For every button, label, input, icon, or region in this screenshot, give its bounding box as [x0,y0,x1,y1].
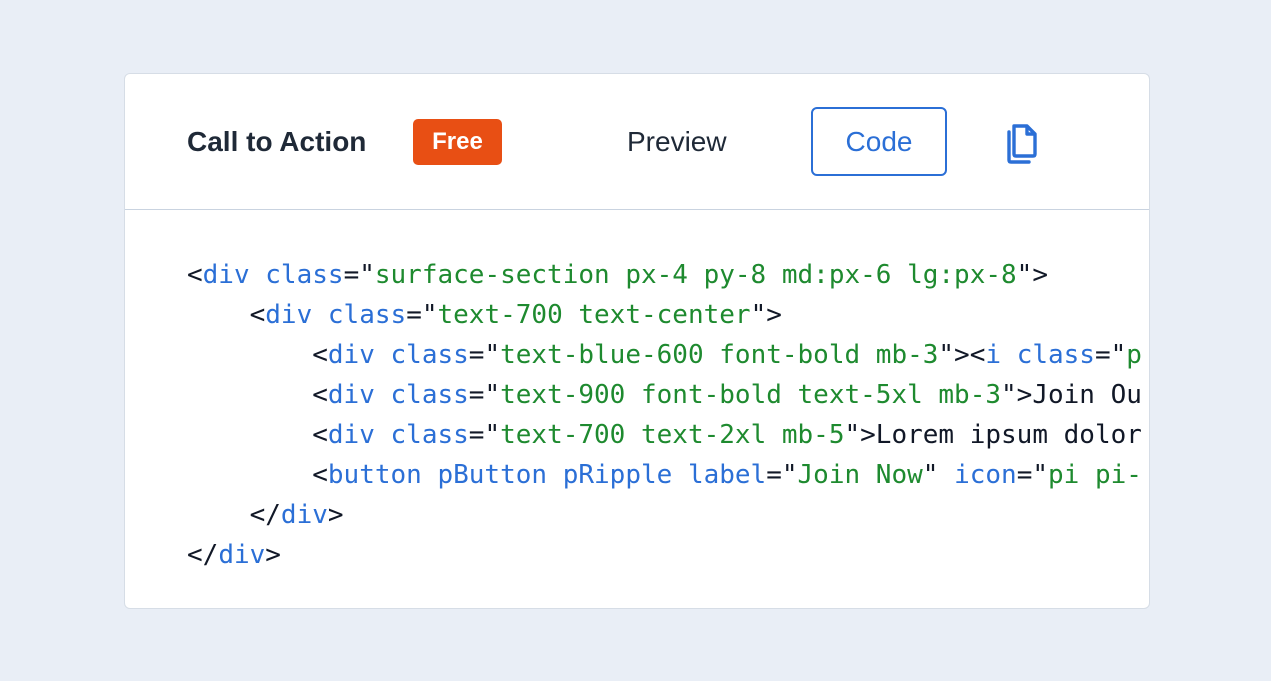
code-token-attr: class [265,260,344,290]
code-token-plain: ">< [938,340,986,370]
code-token-attr: class [390,340,469,370]
code-token-tag: div [280,500,328,530]
code-line: </div> [187,535,1142,575]
code-line: <div class="text-700 text-center"> [187,295,1142,335]
code-token-plain: < [187,460,328,490]
code-token-plain: ">Join Ou [1001,380,1142,410]
code-token-plain: =" [468,380,501,410]
code-line: </div> [187,495,1142,535]
code-token-plain: =" [1094,340,1127,370]
code-token-attr: class [390,380,469,410]
code-token-str: Join Now [797,460,923,490]
code-token-plain: < [187,260,203,290]
code-token-attr: class [327,300,407,330]
code-token-plain: > [265,540,281,570]
code-token-tag: div [218,540,266,570]
code-token-tag: div [202,260,250,290]
code-token-plain: < [187,340,328,370]
code-token-plain: " [922,460,955,490]
copy-icon [1007,124,1037,164]
code-token-str: text-blue-600 font-bold mb-3 [500,340,939,370]
code-token-str: surface-section px-4 py-8 md:px-6 lg:px-… [374,260,1017,290]
code-token-attr: pButton [437,460,548,490]
component-title: Call to Action [187,126,367,157]
code-token-attr: class [1016,340,1095,370]
code-token-tag: i [985,340,1002,370]
code-line: <div class="surface-section px-4 py-8 md… [187,255,1142,295]
code-line: <div class="text-900 font-bold text-5xl … [187,375,1142,415]
code-token-attr: label [687,460,767,490]
code-token-plain: < [187,420,328,450]
code-token-str: text-700 text-center [437,300,751,330]
code-token-plain: < [187,380,328,410]
code-token-plain: =" [343,260,375,290]
code-token-plain: ">Lorem ipsum dolor [844,420,1142,450]
code-token-str: text-900 font-bold text-5xl mb-3 [500,380,1002,410]
card-header: Call to Action Free Preview Code [125,74,1149,210]
code-token-attr: class [390,420,469,450]
code-token-plain: =" [468,420,501,450]
code-block[interactable]: <div class="surface-section px-4 py-8 md… [187,255,1142,575]
code-token-plain: </ [187,500,281,530]
copy-button[interactable] [1001,120,1043,166]
code-token-tag: div [327,380,375,410]
code-token-attr: icon [954,460,1017,490]
tab-preview[interactable]: Preview [627,124,727,160]
code-token-tag: div [327,420,375,450]
code-token-str: text-700 text-2xl mb-5 [500,420,845,450]
code-token-tag: div [265,300,313,330]
code-token-plain: > [327,500,344,530]
code-token-plain: =" [468,340,501,370]
code-token-plain: =" [766,460,798,490]
code-token-attr: pRipple [562,460,673,490]
code-token-plain: </ [187,540,219,570]
code-token-plain: "> [750,300,782,330]
code-token-str: pi pi- [1048,460,1142,490]
code-line: <button pButton pRipple label="Join Now"… [187,455,1142,495]
code-token-plain: =" [406,300,438,330]
component-card: Call to Action Free Preview Code <div cl… [124,73,1150,609]
tab-code[interactable]: Code [811,107,947,176]
code-token-str: p [1126,340,1142,370]
code-token-plain: < [187,300,266,330]
code-token-plain: "> [1016,260,1048,290]
code-token-tag: div [327,340,375,370]
code-token-plain: =" [1016,460,1049,490]
code-token-tag: button [327,460,422,490]
code-line: <div class="text-blue-600 font-bold mb-3… [187,335,1142,375]
code-line: <div class="text-700 text-2xl mb-5">Lore… [187,415,1142,455]
free-badge: Free [413,119,502,165]
